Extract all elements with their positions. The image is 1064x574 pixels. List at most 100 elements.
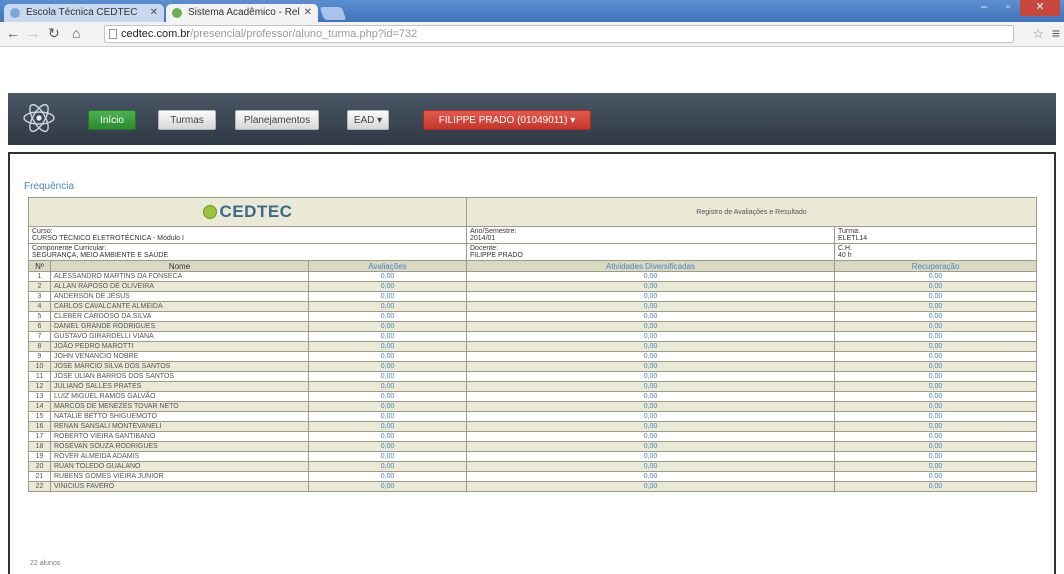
avaliacoes-value[interactable]: 0,00 bbox=[308, 271, 467, 282]
tab-close-icon[interactable]: ✕ bbox=[150, 4, 158, 22]
atividades-value[interactable]: 0,00 bbox=[466, 431, 835, 442]
recuperacao-value[interactable]: 0,00 bbox=[834, 411, 1037, 422]
avaliacoes-value[interactable]: 0,00 bbox=[308, 381, 467, 392]
back-arrow-icon[interactable]: ← bbox=[6, 25, 20, 41]
nav-inicio-button[interactable]: Início bbox=[88, 110, 136, 130]
browser-tab-cedtec[interactable]: Escola Técnica CEDTEC ✕ bbox=[4, 4, 164, 22]
recuperacao-value[interactable]: 0,00 bbox=[834, 381, 1037, 392]
row-number: 15 bbox=[28, 411, 51, 422]
atividades-value[interactable]: 0,00 bbox=[466, 471, 835, 482]
atividades-value[interactable]: 0,00 bbox=[466, 351, 835, 362]
table-row: 2 ALLAN RAPOSO DE OLIVEIRA 0,00 0,00 0,00 bbox=[28, 281, 1037, 292]
avaliacoes-value[interactable]: 0,00 bbox=[308, 281, 467, 292]
address-bar[interactable]: cedtec.com.br/presencial/professor/aluno… bbox=[104, 25, 1014, 43]
user-menu-dropdown[interactable]: FILIPPE PRADO (01049011) ▾ bbox=[423, 110, 591, 130]
recuperacao-value[interactable]: 0,00 bbox=[834, 481, 1037, 492]
recuperacao-value[interactable]: 0,00 bbox=[834, 281, 1037, 292]
table-row: 21 RUBENS GOMES VIEIRA JUNIOR 0,00 0,00 0,00 bbox=[28, 471, 1037, 482]
recuperacao-value[interactable]: 0,00 bbox=[834, 391, 1037, 402]
row-number: 14 bbox=[28, 401, 51, 412]
avaliacoes-value[interactable]: 0,00 bbox=[308, 361, 467, 372]
recuperacao-value[interactable]: 0,00 bbox=[834, 321, 1037, 332]
atividades-value[interactable]: 0,00 bbox=[466, 271, 835, 282]
col-header-recuperacao[interactable]: Recuperação bbox=[834, 260, 1037, 272]
student-name: ROVER ALMEIDA ADAMIS bbox=[50, 451, 309, 462]
recuperacao-value[interactable]: 0,00 bbox=[834, 291, 1037, 302]
recuperacao-value[interactable]: 0,00 bbox=[834, 471, 1037, 482]
atividades-value[interactable]: 0,00 bbox=[466, 361, 835, 372]
recuperacao-value[interactable]: 0,00 bbox=[834, 401, 1037, 412]
atividades-value[interactable]: 0,00 bbox=[466, 411, 835, 422]
recuperacao-value[interactable]: 0,00 bbox=[834, 271, 1037, 282]
avaliacoes-value[interactable]: 0,00 bbox=[308, 431, 467, 442]
home-icon[interactable]: ⌂ bbox=[72, 25, 80, 41]
student-name: VINICIUS FAVERO bbox=[50, 481, 309, 492]
recuperacao-value[interactable]: 0,00 bbox=[834, 431, 1037, 442]
avaliacoes-value[interactable]: 0,00 bbox=[308, 341, 467, 352]
maximize-icon[interactable]: ▫ bbox=[996, 0, 1020, 16]
avaliacoes-value[interactable]: 0,00 bbox=[308, 451, 467, 462]
forward-arrow-icon[interactable]: → bbox=[26, 25, 40, 41]
atividades-value[interactable]: 0,00 bbox=[466, 301, 835, 312]
recuperacao-value[interactable]: 0,00 bbox=[834, 311, 1037, 322]
nav-planejamentos-button[interactable]: Planejamentos bbox=[235, 110, 319, 130]
recuperacao-value[interactable]: 0,00 bbox=[834, 331, 1037, 342]
avaliacoes-value[interactable]: 0,00 bbox=[308, 321, 467, 332]
reload-icon[interactable]: ↻ bbox=[48, 25, 60, 42]
recuperacao-value[interactable]: 0,00 bbox=[834, 421, 1037, 432]
recuperacao-value[interactable]: 0,00 bbox=[834, 441, 1037, 452]
nav-ead-dropdown[interactable]: EAD ▾ bbox=[347, 110, 389, 130]
row-number: 3 bbox=[28, 291, 51, 302]
browser-menu-icon[interactable]: ≡ bbox=[1052, 25, 1060, 41]
recuperacao-value[interactable]: 0,00 bbox=[834, 341, 1037, 352]
bookmark-star-icon[interactable]: ☆ bbox=[1032, 26, 1044, 42]
avaliacoes-value[interactable]: 0,00 bbox=[308, 461, 467, 472]
atividades-value[interactable]: 0,00 bbox=[466, 461, 835, 472]
recuperacao-value[interactable]: 0,00 bbox=[834, 451, 1037, 462]
atividades-value[interactable]: 0,00 bbox=[466, 391, 835, 402]
avaliacoes-value[interactable]: 0,00 bbox=[308, 441, 467, 452]
atividades-value[interactable]: 0,00 bbox=[466, 291, 835, 302]
recuperacao-value[interactable]: 0,00 bbox=[834, 351, 1037, 362]
atividades-value[interactable]: 0,00 bbox=[466, 441, 835, 452]
avaliacoes-value[interactable]: 0,00 bbox=[308, 291, 467, 302]
avaliacoes-value[interactable]: 0,00 bbox=[308, 481, 467, 492]
atividades-value[interactable]: 0,00 bbox=[466, 481, 835, 492]
avaliacoes-value[interactable]: 0,00 bbox=[308, 471, 467, 482]
browser-tab-sistema[interactable]: Sistema Acadêmico - Rel ✕ bbox=[166, 4, 318, 22]
avaliacoes-value[interactable]: 0,00 bbox=[308, 401, 467, 412]
avaliacoes-value[interactable]: 0,00 bbox=[308, 391, 467, 402]
avaliacoes-value[interactable]: 0,00 bbox=[308, 331, 467, 342]
atividades-value[interactable]: 0,00 bbox=[466, 401, 835, 412]
avaliacoes-value[interactable]: 0,00 bbox=[308, 301, 467, 312]
col-header-nome: Nome bbox=[50, 260, 309, 272]
nav-turmas-button[interactable]: Turmas bbox=[158, 110, 216, 130]
atividades-value[interactable]: 0,00 bbox=[466, 451, 835, 462]
table-row: 11 JOSE ULIAN BARROS DOS SANTOS 0,00 0,00 0,… bbox=[28, 371, 1037, 382]
atividades-value[interactable]: 0,00 bbox=[466, 281, 835, 292]
recuperacao-value[interactable]: 0,00 bbox=[834, 361, 1037, 372]
atividades-value[interactable]: 0,00 bbox=[466, 321, 835, 332]
recuperacao-value[interactable]: 0,00 bbox=[834, 371, 1037, 382]
atividades-value[interactable]: 0,00 bbox=[466, 311, 835, 322]
col-header-atividades[interactable]: Atividades Diversificadas bbox=[466, 260, 835, 272]
avaliacoes-value[interactable]: 0,00 bbox=[308, 311, 467, 322]
avaliacoes-value[interactable]: 0,00 bbox=[308, 351, 467, 362]
avaliacoes-value[interactable]: 0,00 bbox=[308, 371, 467, 382]
recuperacao-value[interactable]: 0,00 bbox=[834, 301, 1037, 312]
atividades-value[interactable]: 0,00 bbox=[466, 371, 835, 382]
atividades-value[interactable]: 0,00 bbox=[466, 381, 835, 392]
avaliacoes-value[interactable]: 0,00 bbox=[308, 421, 467, 432]
atividades-value[interactable]: 0,00 bbox=[466, 421, 835, 432]
recuperacao-value[interactable]: 0,00 bbox=[834, 461, 1037, 472]
section-title[interactable]: Frequência bbox=[24, 181, 74, 192]
atividades-value[interactable]: 0,00 bbox=[466, 331, 835, 342]
minimize-icon[interactable]: – bbox=[972, 0, 996, 16]
avaliacoes-value[interactable]: 0,00 bbox=[308, 411, 467, 422]
atividades-value[interactable]: 0,00 bbox=[466, 341, 835, 352]
col-header-avaliacoes[interactable]: Avaliações bbox=[308, 260, 467, 272]
tab-close-icon[interactable]: ✕ bbox=[304, 4, 312, 22]
new-tab-button[interactable] bbox=[319, 7, 347, 20]
table-row: 12 JULIANO SALLES PRATES 0,00 0,00 0,00 bbox=[28, 381, 1037, 392]
close-window-icon[interactable]: ✕ bbox=[1020, 0, 1060, 16]
